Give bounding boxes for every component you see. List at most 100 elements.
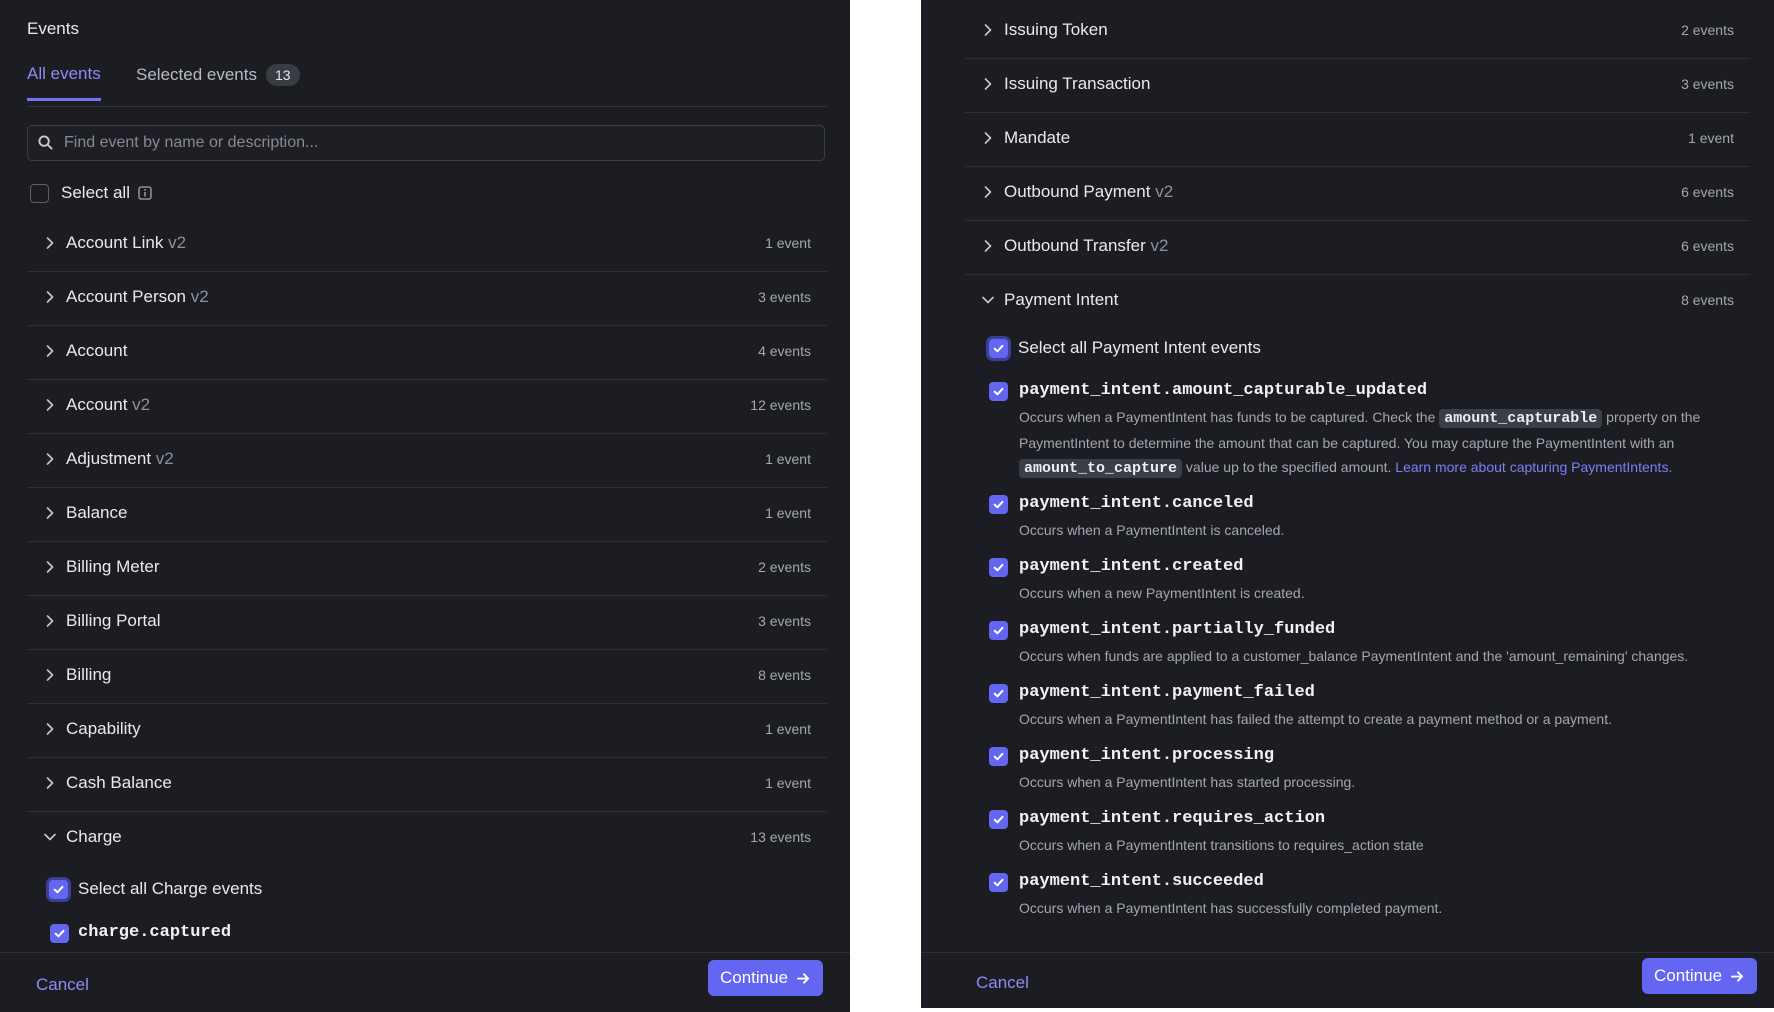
event-checkbox[interactable]: [989, 684, 1008, 703]
select-all-checkbox[interactable]: [30, 183, 49, 203]
category-row[interactable]: Charge 13 events: [27, 812, 827, 865]
chevron-down-icon: [982, 296, 994, 304]
event-checkbox[interactable]: [989, 382, 1008, 401]
category-label: Mandate: [1004, 128, 1071, 147]
category-row[interactable]: Account Person v2 3 events: [27, 272, 827, 326]
continue-label: Continue: [1654, 966, 1723, 985]
events-panel-right: Issuing Token 2 events Issuing Transaction…: [921, 0, 1774, 1008]
continue-button[interactable]: Continue: [708, 960, 824, 996]
version-tag: v2: [1155, 182, 1174, 201]
search-icon: [38, 135, 53, 150]
category-row[interactable]: Issuing Transaction 3 events: [965, 59, 1750, 113]
category-row[interactable]: Outbound Transfer v2 6 events: [965, 221, 1750, 275]
info-icon[interactable]: [138, 186, 152, 200]
category-row[interactable]: Cash Balance 1 event: [27, 758, 827, 812]
category-label: Billing Portal: [66, 611, 161, 630]
check-icon: [993, 387, 1004, 396]
events-panel-left: Events All events Selected events 13 Sele…: [0, 0, 850, 1012]
category-row[interactable]: Adjustment v2 1 event: [27, 434, 827, 488]
cancel-button[interactable]: Cancel: [976, 973, 1029, 993]
category-row[interactable]: Issuing Token 2 events: [965, 5, 1750, 59]
chevron-right-icon: [46, 615, 54, 627]
category-name: Billing: [66, 665, 111, 685]
event-code: payment_intent.succeeded: [1019, 872, 1264, 891]
tab-all-events[interactable]: All events: [27, 64, 101, 101]
description-text: value up to the specified amount.: [1185, 459, 1392, 475]
footer: Cancel Continue: [0, 952, 850, 1012]
version-tag: v2: [168, 233, 187, 252]
event-count: 1 event: [765, 505, 811, 521]
category-name: Outbound Transfer v2: [1004, 236, 1168, 256]
chevron-right-icon: [46, 669, 54, 681]
category-name: Balance: [66, 503, 127, 523]
event-code: payment_intent.processing: [1019, 746, 1275, 765]
event-checkbox[interactable]: [989, 558, 1008, 577]
search-input[interactable]: [62, 126, 806, 160]
inline-code: amount_to_capture: [1019, 459, 1183, 478]
event-checkbox[interactable]: [989, 873, 1008, 892]
category-label: Balance: [66, 503, 128, 522]
category-row[interactable]: Billing 8 events: [27, 650, 827, 704]
category-name: Mandate: [1004, 128, 1070, 148]
chevron-right-icon: [46, 561, 54, 573]
learn-more-link[interactable]: Learn more about capturing PaymentIntent…: [1395, 459, 1672, 475]
category-row[interactable]: Account v2 12 events: [27, 380, 827, 434]
check-icon: [993, 878, 1004, 887]
checkbox-checked[interactable]: [989, 338, 1008, 358]
event-count: 2 events: [758, 559, 811, 575]
chevron-right-icon: [46, 723, 54, 735]
continue-button[interactable]: Continue: [1642, 958, 1758, 994]
category-name: Capability: [66, 719, 141, 739]
category-row[interactable]: Capability 1 event: [27, 704, 827, 758]
version-tag: v2: [132, 395, 151, 414]
event-count: 8 events: [1681, 292, 1734, 308]
category-label: Account Link: [66, 233, 164, 252]
category-row[interactable]: Account Link v2 1 event: [27, 218, 827, 272]
event-count: 3 events: [758, 613, 811, 629]
category-label: Charge: [66, 827, 122, 846]
category-name: Adjustment v2: [66, 449, 174, 469]
check-icon: [993, 815, 1004, 824]
event-checkbox[interactable]: [989, 747, 1008, 766]
category-list: Account Link v2 1 event Account Person v2 3…: [27, 218, 827, 865]
category-label: Cash Balance: [66, 773, 172, 792]
event-code: payment_intent.payment_failed: [1019, 683, 1315, 702]
category-row[interactable]: Account 4 events: [27, 326, 827, 380]
event-checkbox[interactable]: [50, 924, 69, 943]
event-code: payment_intent.canceled: [1019, 494, 1254, 513]
category-name: Account Link v2: [66, 233, 186, 253]
category-row[interactable]: Outbound Payment v2 6 events: [965, 167, 1750, 221]
category-row[interactable]: Billing Meter 2 events: [27, 542, 827, 596]
event-code: payment_intent.partially_funded: [1019, 620, 1336, 639]
checkbox-checked[interactable]: [49, 879, 68, 899]
category-row[interactable]: Billing Portal 3 events: [27, 596, 827, 650]
select-all-row[interactable]: Select all: [30, 181, 152, 205]
category-name: Outbound Payment v2: [1004, 182, 1173, 202]
category-row[interactable]: Mandate 1 event: [965, 113, 1750, 167]
description-text: Occurs when a PaymentIntent has funds to…: [1019, 409, 1436, 425]
chevron-right-icon: [46, 777, 54, 789]
select-all-payment-intent-row[interactable]: Select all Payment Intent events: [989, 338, 1261, 358]
event-count: 3 events: [758, 289, 811, 305]
event-description: Occurs when a PaymentIntent transitions …: [1019, 837, 1424, 853]
event-checkbox[interactable]: [989, 495, 1008, 514]
category-row[interactable]: Payment Intent 8 events: [965, 275, 1750, 328]
category-label: Account: [66, 395, 128, 414]
footer: Cancel Continue: [921, 952, 1774, 1008]
tab-selected-events[interactable]: Selected events 13: [136, 64, 300, 86]
continue-label: Continue: [720, 968, 789, 987]
chevron-right-icon: [46, 453, 54, 465]
category-name: Payment Intent: [1004, 290, 1118, 310]
category-row[interactable]: Balance 1 event: [27, 488, 827, 542]
category-label: Issuing Token: [1004, 20, 1108, 39]
event-count: 6 events: [1681, 238, 1734, 254]
category-list: Issuing Token 2 events Issuing Transaction…: [965, 5, 1750, 328]
event-checkbox[interactable]: [989, 621, 1008, 640]
version-tag: v2: [155, 449, 174, 468]
event-count: 12 events: [750, 397, 811, 413]
event-checkbox[interactable]: [989, 810, 1008, 829]
select-all-charge-row[interactable]: Select all Charge events: [49, 879, 262, 899]
chevron-right-icon: [46, 507, 54, 519]
cancel-button[interactable]: Cancel: [36, 975, 89, 995]
inline-code: amount_capturable: [1439, 409, 1603, 428]
